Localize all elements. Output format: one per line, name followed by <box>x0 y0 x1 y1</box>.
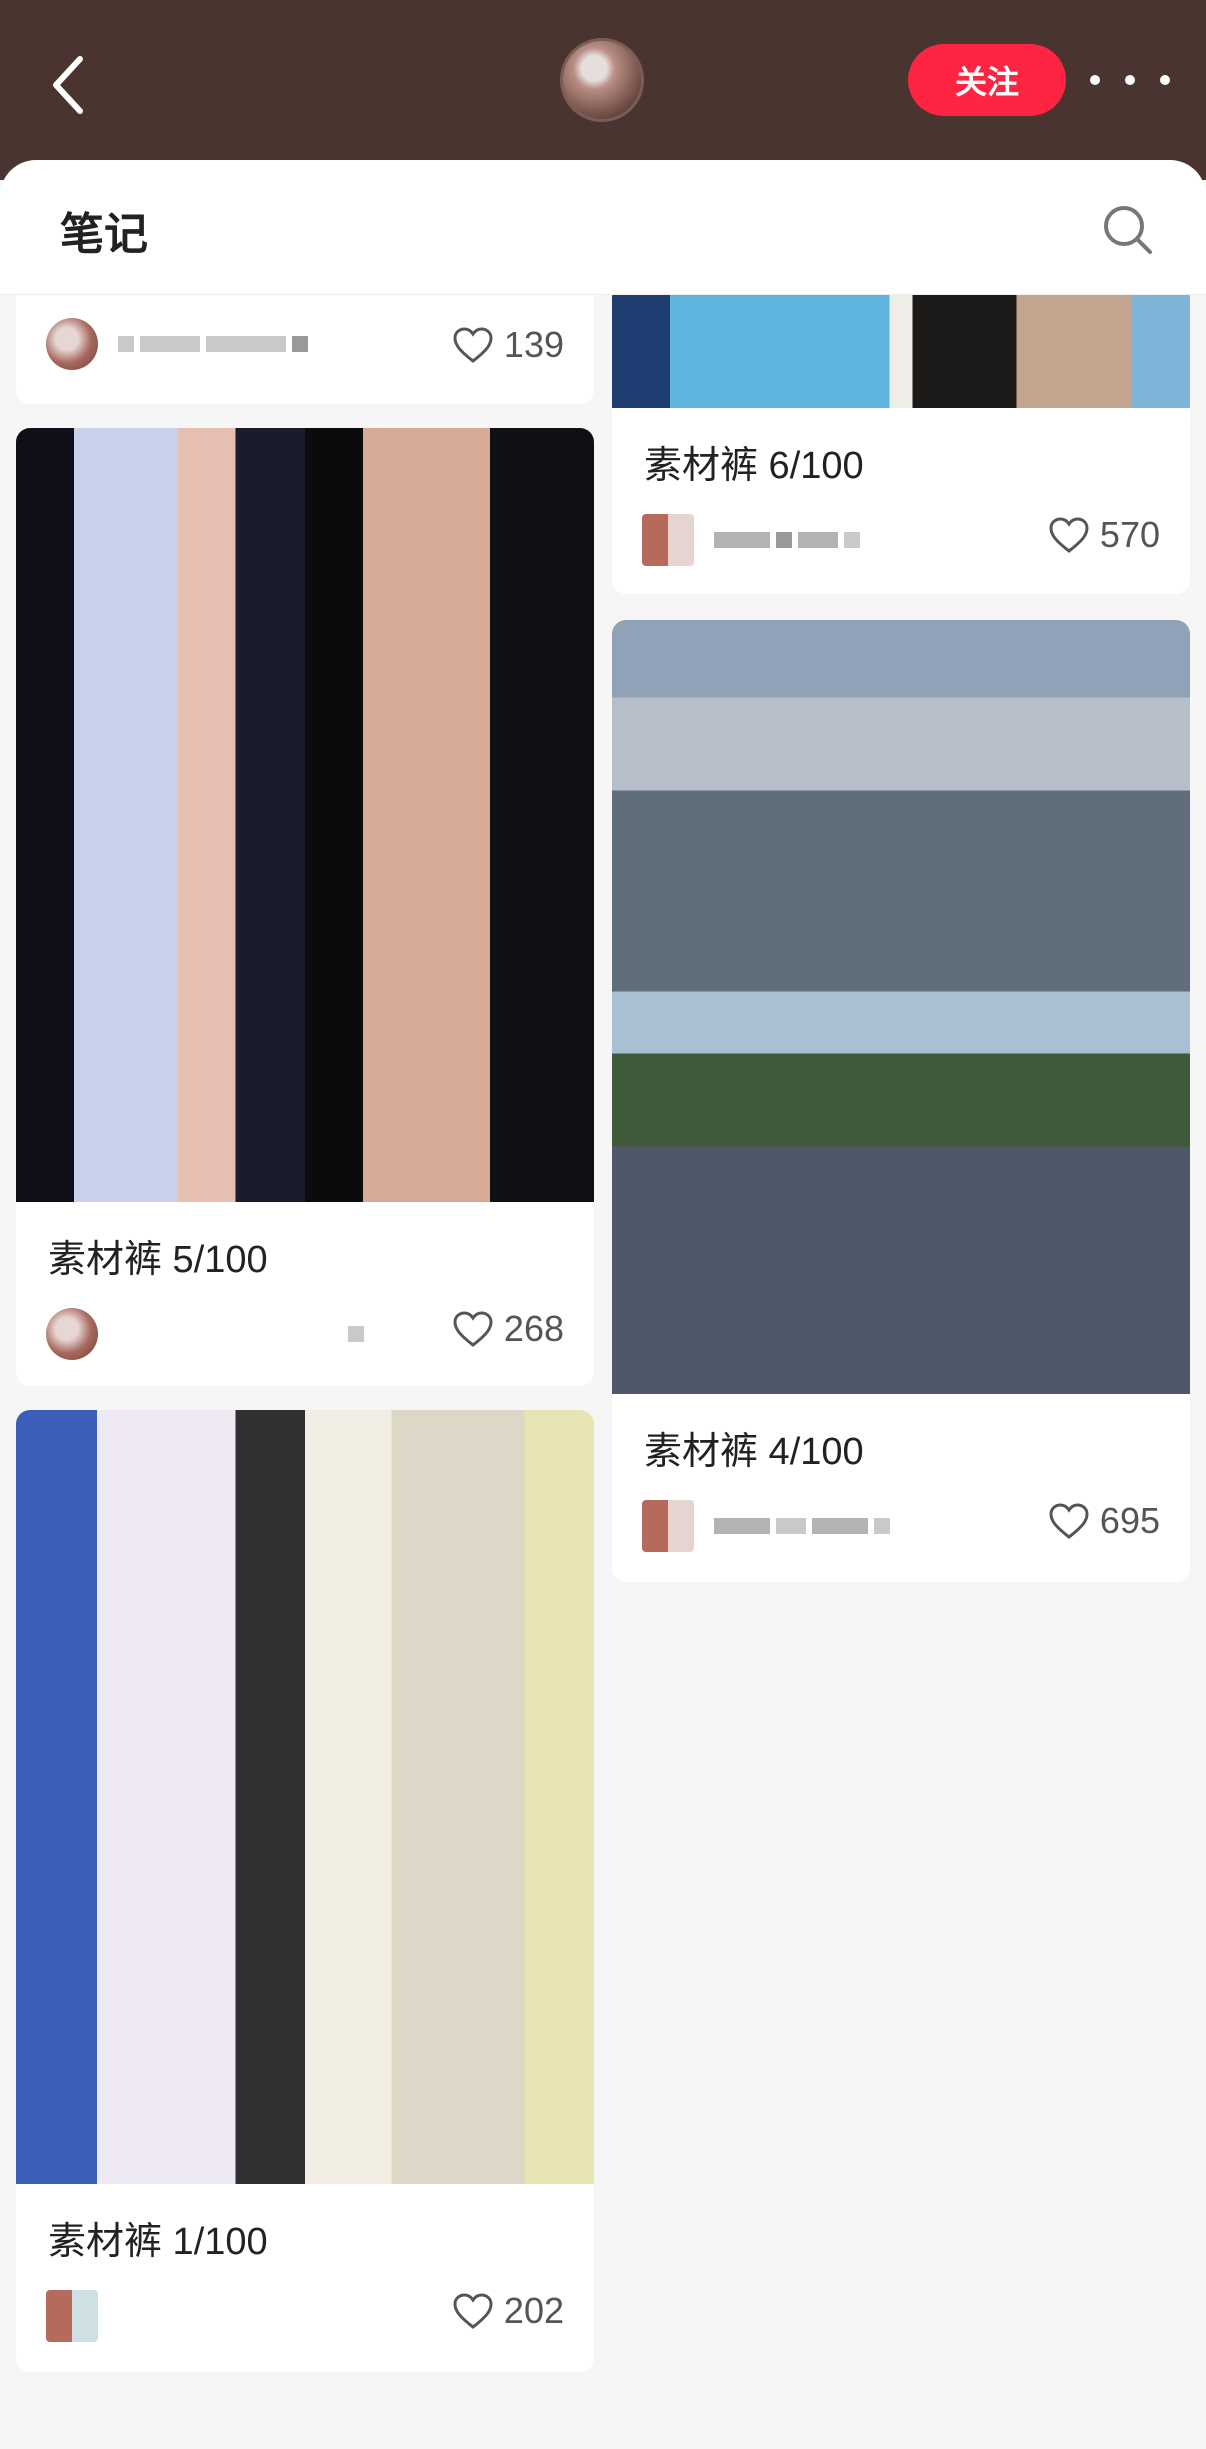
heart-icon <box>453 1311 493 1347</box>
back-button[interactable] <box>40 45 100 125</box>
note-cover-image[interactable] <box>16 428 594 1202</box>
heart-icon <box>1049 517 1089 553</box>
note-cover-image[interactable] <box>16 1410 594 2184</box>
back-arrow-icon <box>53 56 83 114</box>
author-avatar <box>642 1500 694 1552</box>
like-count[interactable]: 695 <box>1048 1500 1160 1542</box>
note-author <box>46 1308 370 1360</box>
search-button[interactable] <box>1100 202 1156 258</box>
like-count[interactable]: 570 <box>1048 514 1160 556</box>
note-card-partial[interactable]: 139 <box>16 294 594 404</box>
note-author <box>46 318 314 370</box>
notes-feed[interactable]: 139 素材裤 6/100 570 素材裤 5/100 268 素材裤 4/10… <box>0 294 1206 2449</box>
like-count-value: 268 <box>503 1308 564 1349</box>
note-title: 素材裤 6/100 <box>644 445 864 487</box>
like-count[interactable]: 202 <box>452 2290 564 2332</box>
note-card[interactable]: 素材裤 6/100 570 <box>612 294 1190 594</box>
notes-header: 笔记 <box>0 160 1206 295</box>
follow-button[interactable]: 关注 <box>908 44 1066 116</box>
author-avatar <box>46 2290 98 2342</box>
notes-tab-title: 笔记 <box>60 210 148 259</box>
note-card[interactable]: 素材裤 5/100 268 <box>16 428 594 1386</box>
note-title: 素材裤 5/100 <box>48 1239 268 1281</box>
like-count-value: 139 <box>503 324 564 365</box>
note-title: 素材裤 4/100 <box>644 1431 864 1473</box>
heart-icon <box>453 2293 493 2329</box>
note-title: 素材裤 1/100 <box>48 2221 268 2263</box>
author-avatar[interactable] <box>560 38 644 122</box>
note-author <box>46 2290 118 2342</box>
note-card[interactable]: 素材裤 1/100 202 <box>16 1410 594 2372</box>
like-count-value: 570 <box>1099 514 1160 555</box>
like-count[interactable]: 139 <box>452 324 564 366</box>
more-dots-icon[interactable] <box>1090 60 1170 100</box>
top-bar: 关注 <box>0 0 1206 180</box>
note-author <box>642 514 866 566</box>
author-avatar <box>46 318 98 370</box>
search-icon <box>1104 206 1152 254</box>
note-cover-image[interactable] <box>612 620 1190 1394</box>
author-avatar <box>46 1308 98 1360</box>
like-count-value: 202 <box>503 2290 564 2331</box>
note-cover-image[interactable] <box>612 294 1190 408</box>
heart-icon <box>453 327 493 363</box>
note-author <box>642 1500 896 1552</box>
heart-icon <box>1049 1503 1089 1539</box>
like-count-value: 695 <box>1099 1500 1160 1541</box>
author-avatar <box>642 514 694 566</box>
note-card[interactable]: 素材裤 4/100 695 <box>612 620 1190 1582</box>
like-count[interactable]: 268 <box>452 1308 564 1350</box>
